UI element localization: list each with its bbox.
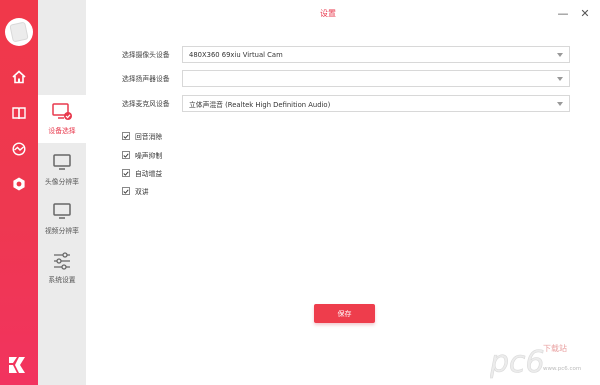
checkbox-box[interactable] bbox=[122, 151, 130, 159]
watermark-brand: pc6 bbox=[490, 345, 545, 380]
settings-icon[interactable] bbox=[9, 174, 29, 194]
title-bar: 设置 — ✕ bbox=[86, 0, 600, 26]
checkbox-label: 双讲 bbox=[135, 188, 149, 196]
chevron-down-icon bbox=[557, 53, 563, 57]
sidebar-item-label: 设备选择 bbox=[48, 127, 76, 135]
chevron-down-icon bbox=[557, 102, 563, 106]
microphone-select[interactable]: 立体声混音 (Realtek High Definition Audio) bbox=[182, 95, 570, 112]
home-icon[interactable] bbox=[9, 67, 29, 87]
checkbox-label: 噪声抑制 bbox=[135, 152, 163, 160]
sidebar-item-avatar-resolution[interactable]: 头像分辨率 bbox=[38, 146, 86, 194]
checkbox-box[interactable] bbox=[122, 187, 130, 195]
app-logo bbox=[7, 355, 31, 375]
checkbox-box[interactable] bbox=[122, 132, 130, 140]
save-button[interactable]: 保存 bbox=[314, 304, 375, 323]
checkmark-icon bbox=[123, 153, 129, 158]
minimize-button[interactable]: — bbox=[556, 6, 570, 20]
checkmark-icon bbox=[123, 134, 129, 139]
left-nav-rail bbox=[0, 0, 38, 385]
checkmark-icon bbox=[123, 171, 129, 176]
camera-select-value: 480X360 69xiu Virtual Cam bbox=[189, 50, 283, 59]
sliders-icon bbox=[54, 252, 70, 270]
analytics-icon[interactable] bbox=[9, 139, 29, 159]
sidebar-item-label: 头像分辨率 bbox=[45, 178, 79, 186]
sidebar-item-system-settings[interactable]: 系统设置 bbox=[38, 244, 86, 292]
sidebar-item-label: 系统设置 bbox=[48, 276, 76, 284]
window-title: 设置 bbox=[320, 8, 336, 18]
book-icon[interactable] bbox=[9, 103, 29, 123]
monitor-check-icon bbox=[52, 103, 72, 120]
watermark-text: 下载站 bbox=[543, 344, 567, 353]
pc6-watermark-logo: pc6 bbox=[490, 345, 545, 380]
checkmark-icon bbox=[123, 189, 129, 194]
echo-cancel-checkbox[interactable]: 回音消除 bbox=[122, 130, 162, 142]
checkbox-label: 回音消除 bbox=[135, 133, 163, 141]
sidebar-item-device-select[interactable]: 设备选择 bbox=[38, 95, 86, 143]
double-talk-checkbox[interactable]: 双讲 bbox=[122, 185, 149, 197]
settings-sidebar: 设备选择 头像分辨率 视频分辨率 系统设置 bbox=[38, 0, 86, 385]
monitor-icon bbox=[53, 154, 71, 170]
camera-label: 选择摄像头设备 bbox=[122, 51, 170, 59]
close-button[interactable]: ✕ bbox=[578, 6, 592, 20]
microphone-row: 选择麦克风设备 bbox=[122, 94, 182, 112]
sidebar-item-video-resolution[interactable]: 视频分辨率 bbox=[38, 195, 86, 243]
checkbox-label: 自动增益 bbox=[135, 170, 163, 178]
avatar-image bbox=[9, 21, 29, 43]
speaker-label: 选择扬声器设备 bbox=[122, 75, 170, 83]
sidebar-item-label: 视频分辨率 bbox=[45, 227, 79, 235]
watermark: pc6 下载站 www.pc6.com bbox=[490, 340, 595, 380]
monitor-icon bbox=[53, 203, 71, 219]
camera-row: 选择摄像头设备 bbox=[122, 45, 182, 63]
microphone-label: 选择麦克风设备 bbox=[122, 100, 170, 108]
noise-suppression-checkbox[interactable]: 噪声抑制 bbox=[122, 149, 162, 161]
speaker-select[interactable] bbox=[182, 70, 570, 87]
watermark-url: www.pc6.com bbox=[543, 366, 582, 372]
checkbox-box[interactable] bbox=[122, 169, 130, 177]
camera-select[interactable]: 480X360 69xiu Virtual Cam bbox=[182, 46, 570, 63]
chevron-down-icon bbox=[557, 77, 563, 81]
auto-gain-checkbox[interactable]: 自动增益 bbox=[122, 167, 162, 179]
speaker-row: 选择扬声器设备 bbox=[122, 69, 182, 87]
microphone-select-value: 立体声混音 (Realtek High Definition Audio) bbox=[189, 100, 331, 109]
avatar[interactable] bbox=[5, 18, 33, 46]
